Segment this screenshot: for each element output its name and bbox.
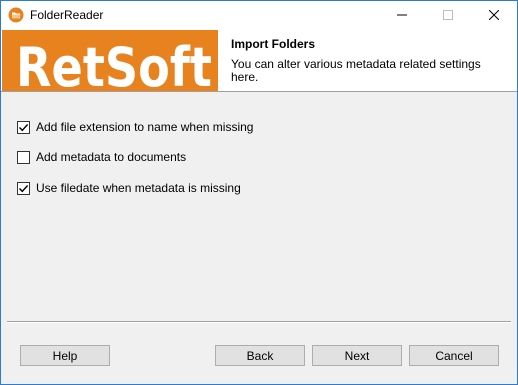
close-button[interactable] — [471, 1, 517, 30]
add-metadata-checkbox[interactable] — [17, 150, 30, 164]
window-title: FolderReader — [30, 8, 104, 22]
back-button[interactable]: Back — [215, 345, 305, 366]
option-add-extension[interactable]: Add file extension to name when missing — [17, 119, 253, 135]
title-bar[interactable]: FolderReader — [1, 1, 517, 30]
option-label: Add file extension to name when missing — [36, 120, 254, 134]
close-icon — [488, 9, 500, 23]
folder-icon — [8, 7, 24, 23]
page-title: Import Folders — [231, 37, 316, 51]
option-label: Use filedate when metadata is missing — [36, 181, 241, 195]
cancel-button[interactable]: Cancel — [409, 345, 499, 366]
svg-text:RetSoft: RetSoft — [16, 36, 212, 91]
use-filedate-checkbox[interactable] — [17, 181, 30, 195]
option-label: Add metadata to documents — [36, 150, 187, 164]
add-extension-checkbox[interactable] — [17, 120, 30, 134]
maximize-button[interactable] — [425, 1, 471, 30]
minimize-button[interactable] — [379, 1, 425, 30]
options-panel: Add file extension to name when missing … — [1, 92, 517, 320]
maximize-icon — [443, 9, 453, 23]
option-use-filedate[interactable]: Use filedate when metadata is missing — [17, 180, 241, 196]
installer-window: FolderReader RetSoft Import Folders You … — [0, 0, 518, 385]
option-add-metadata[interactable]: Add metadata to documents — [17, 149, 186, 165]
retsoft-logo: RetSoft — [2, 30, 218, 91]
wizard-header: RetSoft Import Folders You can alter var… — [1, 30, 517, 91]
footer-divider-highlight — [7, 322, 511, 323]
help-button[interactable]: Help — [20, 345, 110, 366]
next-button[interactable]: Next — [312, 345, 402, 366]
page-description: You can alter various metadata related s… — [231, 57, 481, 84]
minimize-icon — [397, 9, 407, 23]
